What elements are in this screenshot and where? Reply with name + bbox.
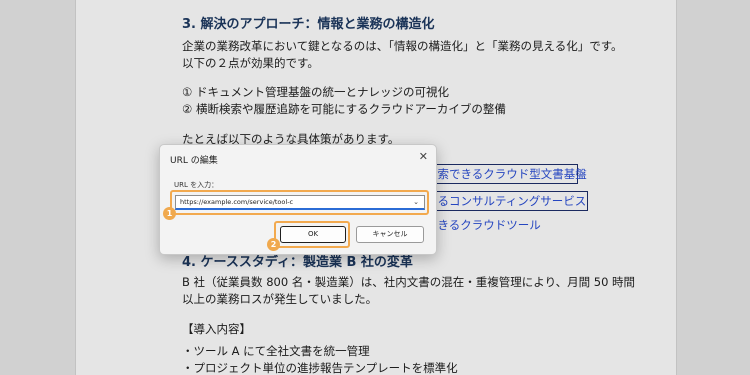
chevron-down-icon[interactable]: ⌄ [413, 198, 419, 207]
url-edit-dialog: URL の編集 ✕ URL を入力： https://example.com/s… [159, 144, 437, 255]
url-input[interactable]: https://example.com/service/tool-c ⌄ [175, 195, 425, 210]
cancel-button[interactable]: キャンセル [356, 226, 424, 243]
dialog-title: URL の編集 [170, 156, 218, 166]
close-icon[interactable]: ✕ [419, 150, 428, 163]
url-label: URL を入力： [174, 181, 219, 189]
step-badge-2: 2 [267, 238, 280, 251]
step-badge-1: 1 [163, 207, 176, 220]
ok-button[interactable]: OK [280, 226, 346, 243]
url-value: https://example.com/service/tool-c [180, 198, 294, 206]
